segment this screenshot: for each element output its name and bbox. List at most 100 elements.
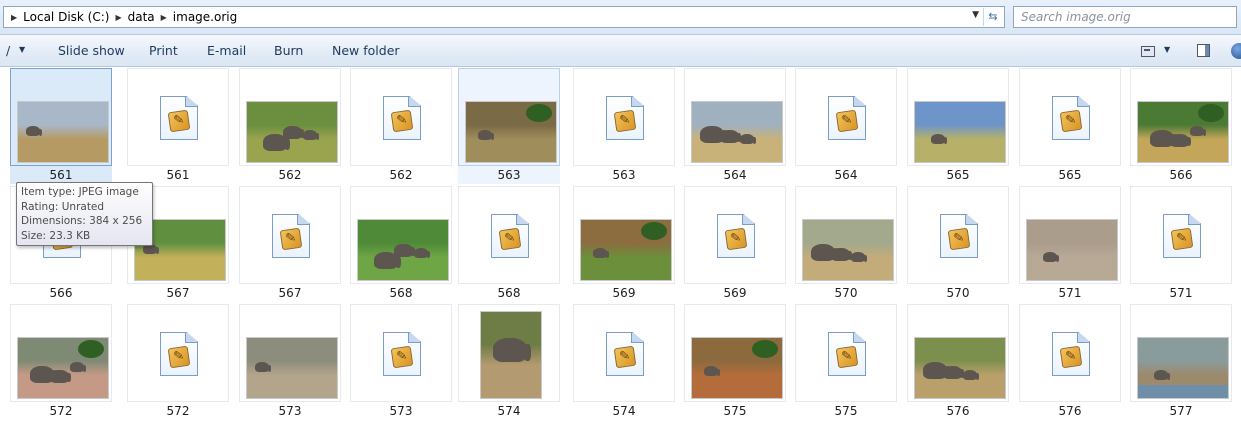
elephant-photo-thumbnail[interactable]: [1137, 101, 1229, 163]
file-item[interactable]: ✎ 568: [458, 186, 560, 304]
file-name-label[interactable]: 572: [10, 402, 112, 420]
print-button[interactable]: Print: [149, 43, 178, 58]
file-item[interactable]: ✎ 569: [684, 186, 786, 304]
thumbnail-frame[interactable]: [10, 68, 112, 166]
generic-file-icon[interactable]: ✎: [606, 332, 644, 376]
search-input[interactable]: Search image.orig: [1013, 6, 1237, 28]
thumbnail-frame[interactable]: ✎: [127, 68, 229, 166]
generic-file-icon[interactable]: ✎: [828, 332, 866, 376]
image-file-item[interactable]: 574: [458, 304, 560, 422]
file-name-label[interactable]: 567: [127, 284, 229, 302]
generic-file-icon[interactable]: ✎: [940, 214, 978, 258]
elephant-photo-thumbnail[interactable]: [914, 337, 1006, 399]
thumbnail-frame[interactable]: ✎: [684, 186, 786, 284]
file-name-label[interactable]: 566: [1130, 166, 1232, 184]
generic-file-icon[interactable]: ✎: [160, 332, 198, 376]
organize-dropdown-icon[interactable]: ▼: [19, 45, 25, 54]
generic-file-icon[interactable]: ✎: [828, 96, 866, 140]
generic-file-icon[interactable]: ✎: [491, 214, 529, 258]
thumbnail-frame[interactable]: [1130, 68, 1232, 166]
file-item[interactable]: ✎ 572: [127, 304, 229, 422]
file-name-label[interactable]: 576: [907, 402, 1009, 420]
file-item[interactable]: ✎ 561: [127, 68, 229, 186]
file-item[interactable]: ✎ 563: [573, 68, 675, 186]
thumbnail-frame[interactable]: ✎: [907, 186, 1009, 284]
thumbnail-frame[interactable]: [907, 68, 1009, 166]
thumbnail-frame[interactable]: [573, 186, 675, 284]
elephant-photo-thumbnail[interactable]: [246, 337, 338, 399]
breadcrumb-arrow-icon[interactable]: ▶: [161, 13, 167, 22]
file-item[interactable]: ✎ 564: [795, 68, 897, 186]
thumbnail-frame[interactable]: ✎: [458, 186, 560, 284]
elephant-photo-thumbnail[interactable]: [465, 101, 557, 163]
file-name-label[interactable]: 568: [350, 284, 452, 302]
file-name-label[interactable]: 565: [907, 166, 1009, 184]
breadcrumb-image-orig[interactable]: image.orig: [173, 10, 237, 24]
elephant-photo-thumbnail[interactable]: [17, 101, 109, 163]
file-name-label[interactable]: 567: [239, 284, 341, 302]
slideshow-button[interactable]: Slide show: [58, 43, 125, 58]
file-item[interactable]: ✎ 573: [350, 304, 452, 422]
generic-file-icon[interactable]: ✎: [383, 96, 421, 140]
generic-file-icon[interactable]: ✎: [1052, 96, 1090, 140]
thumbnail-frame[interactable]: [1019, 186, 1121, 284]
file-name-label[interactable]: 574: [458, 402, 560, 420]
image-file-item[interactable]: 568: [350, 186, 452, 304]
preview-pane-icon[interactable]: [1197, 44, 1210, 57]
new-folder-button[interactable]: New folder: [332, 43, 400, 58]
elephant-photo-thumbnail[interactable]: [246, 101, 338, 163]
generic-file-icon[interactable]: ✎: [1163, 214, 1201, 258]
image-file-item[interactable]: 564: [684, 68, 786, 186]
file-name-label[interactable]: 575: [684, 402, 786, 420]
file-name-label[interactable]: 563: [458, 166, 560, 184]
image-file-item[interactable]: 570: [795, 186, 897, 304]
image-file-item[interactable]: 571: [1019, 186, 1121, 304]
refresh-icon[interactable]: ⇆: [983, 8, 1002, 26]
elephant-photo-thumbnail[interactable]: [914, 101, 1006, 163]
breadcrumb-arrow-icon[interactable]: ▶: [115, 13, 121, 22]
file-item[interactable]: ✎ 570: [907, 186, 1009, 304]
elephant-photo-thumbnail[interactable]: [802, 219, 894, 281]
thumbnail-frame[interactable]: ✎: [350, 304, 452, 402]
email-button[interactable]: E-mail: [207, 43, 246, 58]
breadcrumb-data[interactable]: data: [128, 10, 155, 24]
burn-button[interactable]: Burn: [274, 43, 303, 58]
image-file-item[interactable]: 569: [573, 186, 675, 304]
file-name-label[interactable]: 576: [1019, 402, 1121, 420]
thumbnail-frame[interactable]: [684, 304, 786, 402]
file-name-label[interactable]: 568: [458, 284, 560, 302]
elephant-photo-thumbnail[interactable]: [480, 311, 542, 399]
elephant-photo-thumbnail[interactable]: [1026, 219, 1118, 281]
image-file-item[interactable]: 573: [239, 304, 341, 422]
file-name-label[interactable]: 569: [573, 284, 675, 302]
help-icon[interactable]: [1231, 43, 1241, 59]
file-name-label[interactable]: 562: [350, 166, 452, 184]
image-file-item[interactable]: 561: [10, 68, 112, 186]
breadcrumb-arrow-icon[interactable]: ▶: [11, 13, 17, 22]
file-item[interactable]: ✎ 565: [1019, 68, 1121, 186]
file-name-label[interactable]: 571: [1019, 284, 1121, 302]
image-file-item[interactable]: 562: [239, 68, 341, 186]
view-dropdown-icon[interactable]: ▼: [1164, 45, 1170, 54]
file-name-label[interactable]: 565: [1019, 166, 1121, 184]
file-item[interactable]: ✎ 576: [1019, 304, 1121, 422]
breadcrumb[interactable]: ▶ Local Disk (C:) ▶ data ▶ image.orig ▼ …: [3, 6, 1005, 28]
address-dropdown-icon[interactable]: ▼: [972, 10, 979, 20]
image-file-item[interactable]: 577: [1130, 304, 1232, 422]
file-name-label[interactable]: 577: [1130, 402, 1232, 420]
thumbnail-frame[interactable]: ✎: [573, 68, 675, 166]
generic-file-icon[interactable]: ✎: [717, 214, 755, 258]
thumbnail-frame[interactable]: [239, 304, 341, 402]
file-name-label[interactable]: 570: [795, 284, 897, 302]
file-name-label[interactable]: 570: [907, 284, 1009, 302]
image-file-item[interactable]: 576: [907, 304, 1009, 422]
file-item[interactable]: ✎ 567: [239, 186, 341, 304]
file-name-label[interactable]: 575: [795, 402, 897, 420]
thumbnail-frame[interactable]: ✎: [573, 304, 675, 402]
thumbnail-frame[interactable]: ✎: [1130, 186, 1232, 284]
image-file-item[interactable]: 572: [10, 304, 112, 422]
thumbnail-frame[interactable]: [795, 186, 897, 284]
file-item[interactable]: ✎ 562: [350, 68, 452, 186]
thumbnail-frame[interactable]: [350, 186, 452, 284]
change-view-icon[interactable]: [1141, 46, 1155, 57]
